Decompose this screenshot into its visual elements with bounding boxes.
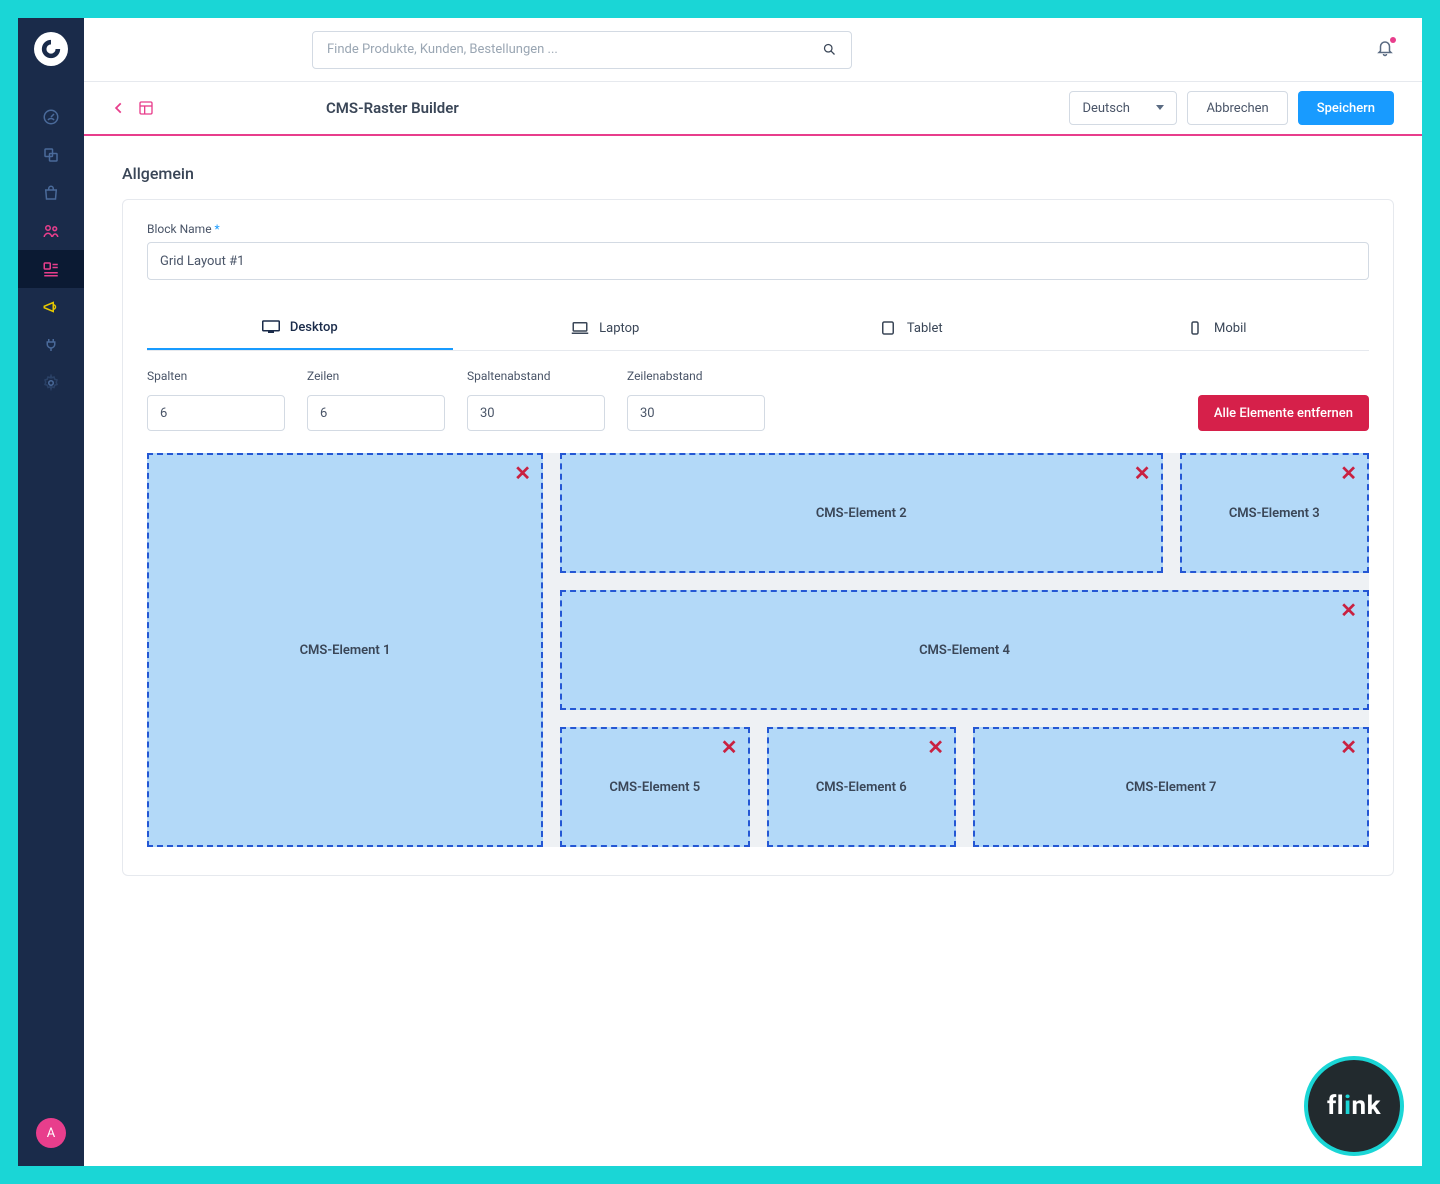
columns-label: Spalten — [147, 369, 285, 383]
colgap-input[interactable] — [467, 395, 605, 431]
tab-laptop-label: Laptop — [599, 321, 639, 336]
cms-element-label: CMS-Element 1 — [300, 643, 391, 658]
cms-element[interactable]: CMS-Element 5 ✕ — [560, 727, 750, 847]
save-button[interactable]: Speichern — [1298, 91, 1394, 125]
tab-laptop[interactable]: Laptop — [453, 306, 759, 350]
nav-cms[interactable] — [18, 250, 84, 288]
language-select[interactable]: Deutsch — [1069, 91, 1177, 125]
back-button[interactable] — [112, 101, 126, 115]
gear-icon — [42, 374, 60, 392]
close-icon[interactable]: ✕ — [721, 737, 738, 757]
tab-tablet[interactable]: Tablet — [758, 306, 1064, 350]
tab-desktop-label: Desktop — [290, 320, 338, 335]
layout-list-icon — [42, 260, 60, 278]
tab-mobile[interactable]: Mobil — [1064, 306, 1370, 350]
search-input[interactable] — [327, 42, 812, 57]
language-value: Deutsch — [1082, 101, 1130, 116]
cms-element[interactable]: CMS-Element 1 ✕ — [147, 453, 543, 847]
sidebar: A — [18, 18, 84, 1166]
cms-element-label: CMS-Element 5 — [609, 780, 700, 795]
layout-icon — [138, 100, 154, 116]
nav-plugin[interactable] — [18, 326, 84, 364]
rowgap-input[interactable] — [627, 395, 765, 431]
cms-element[interactable]: CMS-Element 3 ✕ — [1180, 453, 1370, 573]
tab-tablet-label: Tablet — [907, 321, 943, 336]
chevron-left-icon — [112, 101, 126, 115]
nav-dashboard[interactable] — [18, 98, 84, 136]
page-title: CMS-Raster Builder — [326, 99, 459, 117]
tab-desktop[interactable]: Desktop — [147, 306, 453, 350]
nav-users[interactable] — [18, 212, 84, 250]
nav-marketing[interactable] — [18, 288, 84, 326]
cms-element-label: CMS-Element 4 — [919, 643, 1010, 658]
nav-settings[interactable] — [18, 364, 84, 402]
notification-dot — [1390, 37, 1396, 43]
subbar: CMS-Raster Builder Deutsch Abbrechen Spe… — [84, 82, 1422, 136]
colgap-label: Spaltenabstand — [467, 369, 605, 383]
mobile-icon — [1186, 321, 1204, 335]
rows-label: Zeilen — [307, 369, 445, 383]
cms-element[interactable]: CMS-Element 2 ✕ — [560, 453, 1163, 573]
tablet-icon — [879, 321, 897, 335]
cms-element-label: CMS-Element 3 — [1229, 506, 1320, 521]
block-name-input[interactable] — [147, 242, 1369, 280]
close-icon[interactable]: ✕ — [1340, 600, 1357, 620]
rowgap-label: Zeilenabstand — [627, 369, 765, 383]
cms-element[interactable]: CMS-Element 6 ✕ — [767, 727, 957, 847]
cms-element[interactable]: CMS-Element 4 ✕ — [560, 590, 1369, 710]
grid-canvas[interactable]: CMS-Element 1✕CMS-Element 2✕CMS-Element … — [147, 453, 1369, 847]
nav-bag[interactable] — [18, 174, 84, 212]
general-card: Block Name * Desktop Laptop Tablet — [122, 199, 1394, 876]
close-icon[interactable]: ✕ — [1340, 737, 1357, 757]
cms-element-label: CMS-Element 7 — [1126, 780, 1217, 795]
nav-copy[interactable] — [18, 136, 84, 174]
close-icon[interactable]: ✕ — [1134, 463, 1151, 483]
plug-icon — [42, 336, 60, 354]
users-icon — [42, 222, 60, 240]
flink-logo: flink — [1304, 1056, 1404, 1156]
search-input-wrap[interactable] — [312, 31, 852, 69]
cancel-button[interactable]: Abbrechen — [1187, 91, 1287, 125]
desktop-icon — [262, 320, 280, 334]
section-title-general: Allgemein — [122, 164, 1394, 183]
app-logo[interactable] — [34, 32, 68, 66]
remove-all-button[interactable]: Alle Elemente entfernen — [1198, 395, 1369, 431]
notifications-button[interactable] — [1376, 39, 1394, 61]
close-icon[interactable]: ✕ — [927, 737, 944, 757]
columns-input[interactable] — [147, 395, 285, 431]
close-icon[interactable]: ✕ — [514, 463, 531, 483]
topbar — [84, 18, 1422, 82]
laptop-icon — [571, 321, 589, 335]
bag-icon — [42, 184, 60, 202]
search-icon — [822, 42, 837, 57]
copy-icon — [42, 146, 60, 164]
rows-input[interactable] — [307, 395, 445, 431]
avatar[interactable]: A — [36, 1118, 66, 1148]
cms-element[interactable]: CMS-Element 7 ✕ — [973, 727, 1369, 847]
megaphone-icon — [42, 298, 60, 316]
close-icon[interactable]: ✕ — [1340, 463, 1357, 483]
tab-mobile-label: Mobil — [1214, 321, 1246, 336]
device-tabs: Desktop Laptop Tablet Mobil — [147, 306, 1369, 351]
block-name-label: Block Name * — [147, 222, 1369, 236]
cms-element-label: CMS-Element 6 — [816, 780, 907, 795]
gauge-icon — [42, 108, 60, 126]
cms-element-label: CMS-Element 2 — [816, 506, 907, 521]
